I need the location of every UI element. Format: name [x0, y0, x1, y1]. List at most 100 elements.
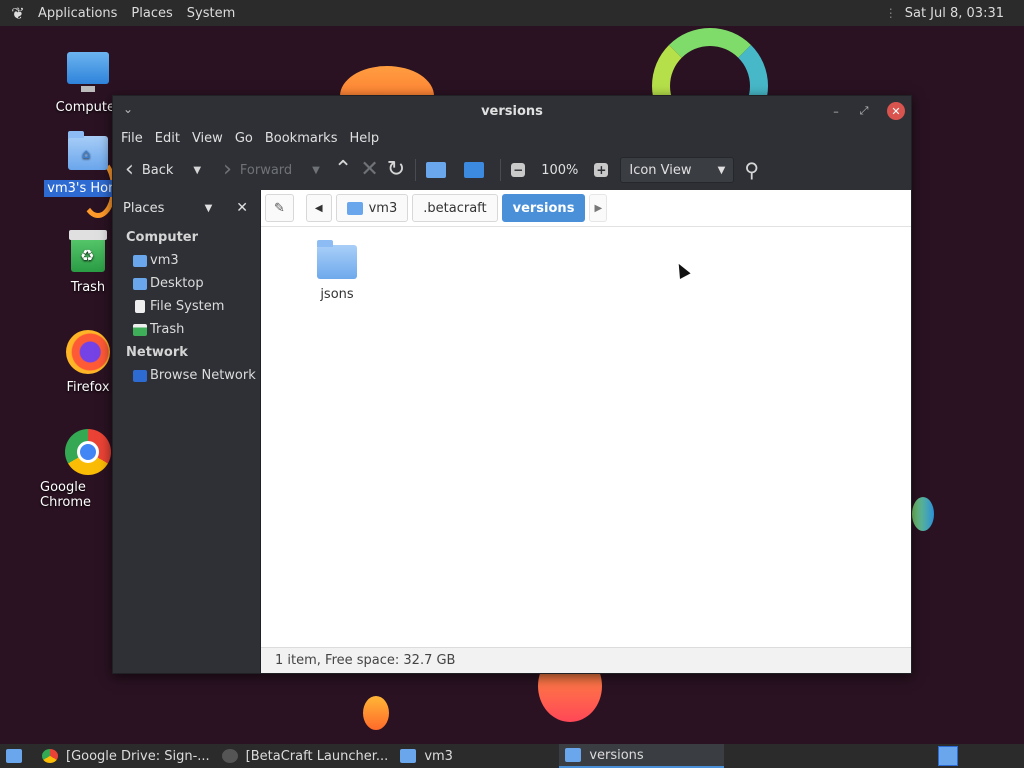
- status-text: 1 item, Free space: 32.7 GB: [275, 653, 456, 668]
- bottom-taskbar: [Google Drive: Sign-... [BetaCraft Launc…: [0, 744, 1024, 768]
- trash-icon: [133, 323, 147, 336]
- forward-arrow-icon: ›: [223, 157, 232, 182]
- chrome-icon: [65, 429, 111, 475]
- sidebar-section-computer: Computer: [126, 230, 199, 245]
- search-button[interactable]: ⚲: [740, 155, 763, 185]
- sidebar-item-vm3[interactable]: vm3: [113, 249, 260, 272]
- menu-go[interactable]: Go: [229, 131, 259, 146]
- up-arrow-icon: ⌃: [333, 157, 353, 182]
- task-vm3[interactable]: vm3: [394, 744, 559, 768]
- content-pane[interactable]: ✎ ◀ vm3 .betacraft versions ▶ jsons 1 it…: [261, 190, 911, 673]
- up-button[interactable]: ⌃: [330, 155, 356, 185]
- zoom-out-icon: −: [511, 163, 526, 177]
- betacraft-icon: [221, 749, 238, 763]
- menu-help[interactable]: Help: [343, 131, 385, 146]
- show-desktop-button[interactable]: [0, 744, 36, 768]
- forward-history-dropdown-icon[interactable]: ▼: [312, 165, 320, 176]
- system-menu[interactable]: System: [187, 6, 235, 21]
- menu-edit[interactable]: Edit: [149, 131, 186, 146]
- sidebar-pane-label[interactable]: Places: [123, 201, 205, 216]
- menu-bookmarks[interactable]: Bookmarks: [259, 131, 344, 146]
- window-titlebar[interactable]: ⌄ versions – ⤢ ✕: [113, 96, 911, 126]
- home-folder-icon: [346, 201, 363, 215]
- zoom-in-button[interactable]: +: [590, 155, 612, 185]
- file-manager-window: ⌄ versions – ⤢ ✕ File Edit View Go Bookm…: [112, 95, 912, 674]
- forward-label: Forward: [239, 162, 293, 178]
- sidebar-item-label: Browse Network: [150, 368, 256, 383]
- edit-icon: ✎: [274, 200, 285, 216]
- task-label: versions: [589, 747, 644, 763]
- menubar: File Edit View Go Bookmarks Help: [113, 126, 911, 150]
- show-desktop-icon: [6, 749, 22, 763]
- breadcrumb-betacraft[interactable]: .betacraft: [412, 194, 498, 222]
- breadcrumb-vm3[interactable]: vm3: [335, 194, 409, 222]
- reload-button[interactable]: ↻: [383, 155, 409, 185]
- home-folder-icon: [133, 254, 147, 267]
- folder-icon: [317, 240, 357, 279]
- pathbar-scroll-left[interactable]: ◀: [305, 194, 332, 222]
- applications-menu[interactable]: Applications: [38, 6, 117, 21]
- zoom-out-button[interactable]: −: [507, 155, 529, 185]
- window-menu-icon[interactable]: ⌄: [123, 102, 133, 116]
- back-button[interactable]: ‹ Back ▼: [121, 155, 205, 185]
- folder-icon: [565, 748, 582, 762]
- wallpaper-shape: [363, 696, 389, 730]
- workspace-switcher[interactable]: [938, 746, 958, 766]
- home-folder-icon: ⌂: [68, 131, 108, 170]
- trash-icon: ♻: [69, 230, 107, 272]
- maximize-button[interactable]: ⤢: [855, 102, 873, 120]
- computer-button[interactable]: [460, 155, 488, 185]
- folder-icon: [400, 749, 417, 763]
- chevron-down-icon[interactable]: ▼: [205, 203, 213, 214]
- task-betacraft[interactable]: [BetaCraft Launcher...: [216, 744, 395, 768]
- panel-handle-icon[interactable]: ⋮: [885, 6, 897, 20]
- sidebar-header: Places ▼ ✕: [113, 190, 260, 226]
- close-sidebar-icon[interactable]: ✕: [236, 200, 248, 216]
- sidebar-item-desktop[interactable]: Desktop: [113, 272, 260, 295]
- sidebar-item-label: Desktop: [150, 276, 204, 291]
- clock[interactable]: Sat Jul 8, 03:31: [905, 6, 1004, 21]
- places-menu[interactable]: Places: [131, 6, 172, 21]
- location-entry-toggle[interactable]: ✎: [265, 194, 294, 222]
- view-mode-select[interactable]: Icon View ▼: [620, 157, 735, 183]
- gnome-foot-icon[interactable]: ❦: [8, 3, 28, 23]
- desktop-folder-icon: [133, 277, 147, 290]
- breadcrumb-label: vm3: [368, 200, 398, 216]
- sidebar-item-filesystem[interactable]: File System: [113, 295, 260, 318]
- back-label: Back: [141, 162, 174, 178]
- forward-button[interactable]: › Forward ▼: [219, 155, 324, 185]
- stop-button[interactable]: ✕: [356, 155, 382, 185]
- statusbar: 1 item, Free space: 32.7 GB: [261, 647, 911, 673]
- close-button[interactable]: ✕: [887, 102, 905, 120]
- search-icon: ⚲: [744, 158, 760, 182]
- toolbar: ‹ Back ▼ › Forward ▼ ⌃ ✕ ↻ − 100% + Icon…: [113, 150, 911, 190]
- chevron-down-icon: ▼: [717, 164, 726, 176]
- home-button[interactable]: [422, 155, 450, 185]
- top-panel: ❦ Applications Places System ⋮ Sat Jul 8…: [0, 0, 1024, 26]
- sidebar-section-network: Network: [126, 345, 188, 360]
- network-icon: [133, 369, 147, 382]
- toolbar-separator: [415, 159, 417, 181]
- zoom-level: 100%: [541, 162, 579, 178]
- pathbar-scroll-right[interactable]: ▶: [589, 194, 608, 222]
- menu-view[interactable]: View: [186, 131, 229, 146]
- breadcrumb-versions[interactable]: versions: [501, 194, 586, 222]
- task-versions[interactable]: versions: [559, 744, 725, 768]
- filesystem-icon: [135, 300, 145, 313]
- sidebar: Places ▼ ✕ Computer vm3 Desktop File Sys…: [113, 190, 261, 673]
- minimize-button[interactable]: –: [827, 102, 845, 120]
- back-history-dropdown-icon[interactable]: ▼: [193, 165, 201, 176]
- menu-file[interactable]: File: [115, 131, 149, 146]
- breadcrumb-label: versions: [512, 200, 575, 216]
- breadcrumb-label: .betacraft: [423, 200, 487, 216]
- sidebar-item-browse-network[interactable]: Browse Network: [113, 364, 260, 387]
- task-label: [Google Drive: Sign-...: [66, 748, 210, 764]
- task-google-drive[interactable]: [Google Drive: Sign-...: [36, 744, 216, 768]
- file-item-jsons[interactable]: jsons: [317, 239, 357, 302]
- task-label: vm3: [424, 748, 453, 764]
- reload-icon: ↻: [386, 157, 406, 182]
- file-grid[interactable]: jsons: [261, 227, 911, 647]
- back-arrow-icon: ‹: [125, 157, 134, 182]
- sidebar-item-trash[interactable]: Trash: [113, 318, 260, 341]
- home-folder-icon: [426, 162, 447, 178]
